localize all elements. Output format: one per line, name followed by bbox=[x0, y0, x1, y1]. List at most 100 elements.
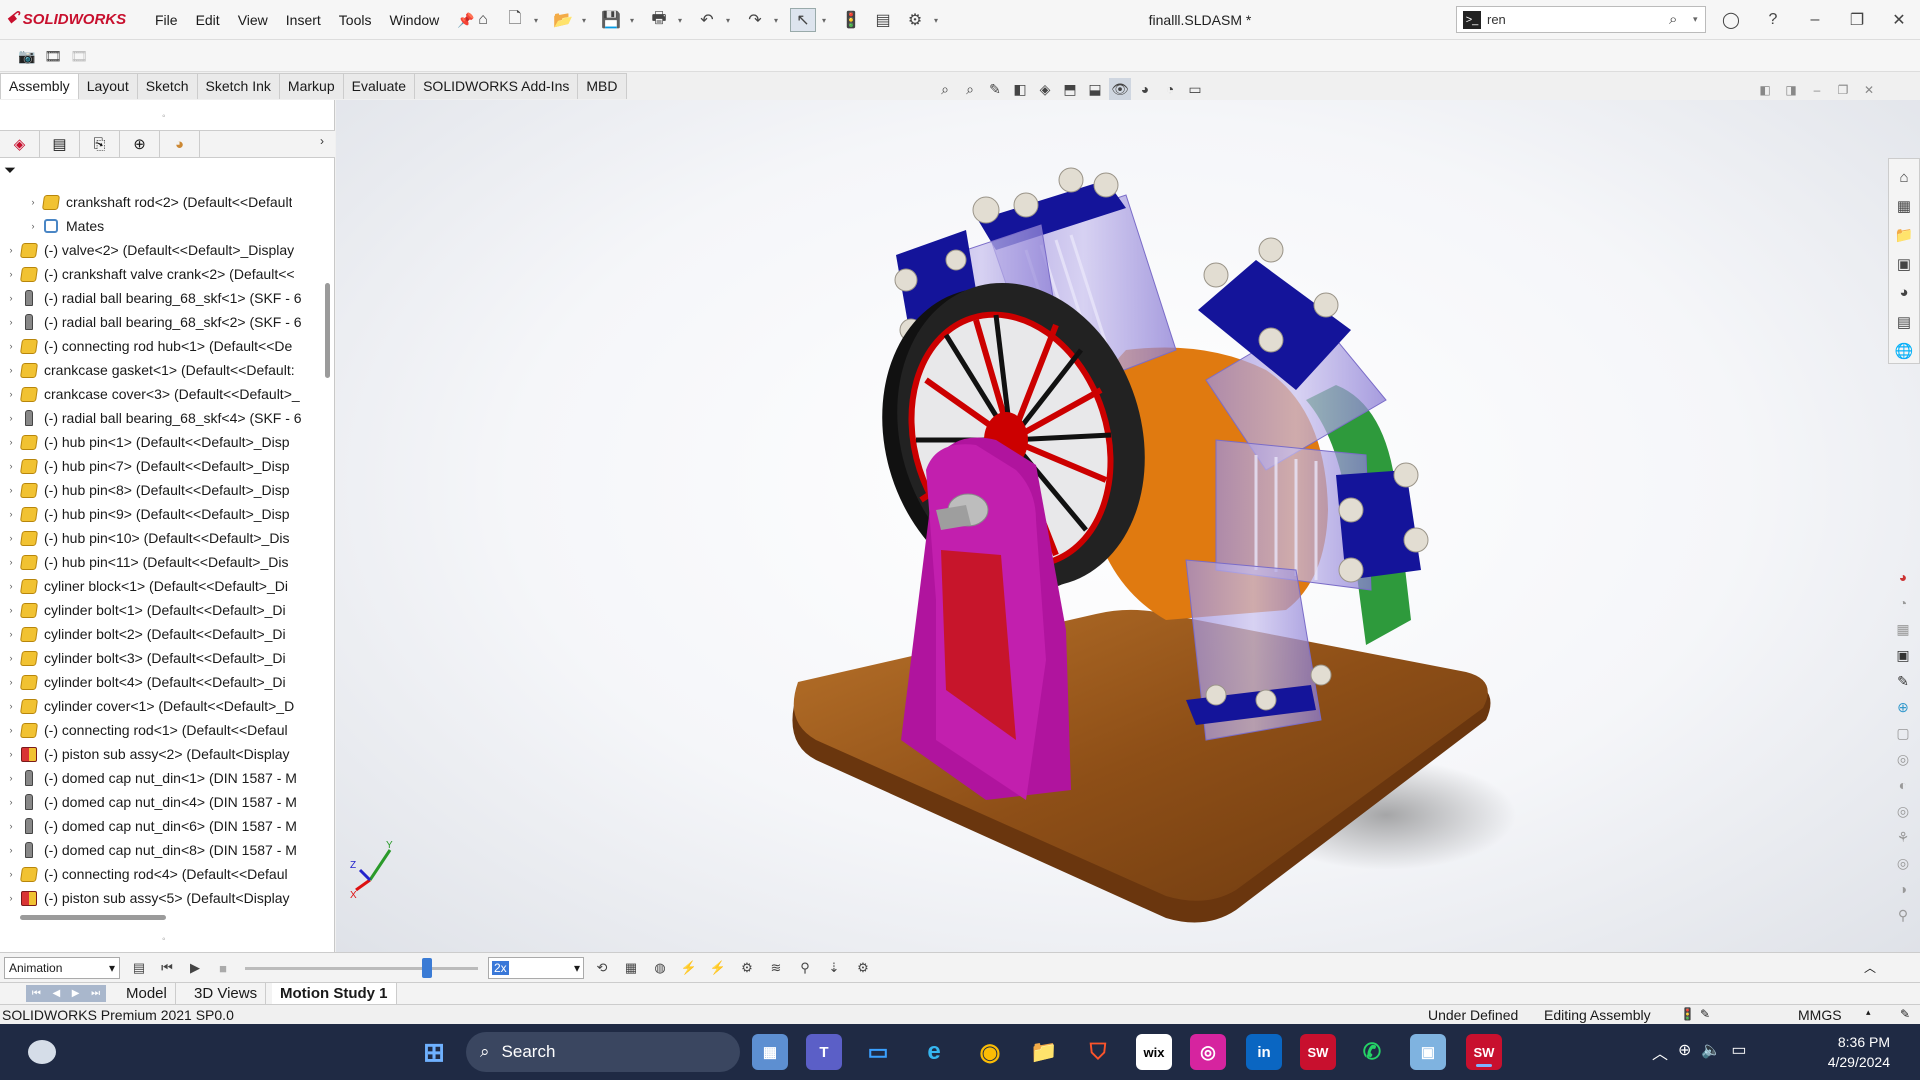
tree-item[interactable]: › (-) hub pin<11> (Default<<Default>_Dis bbox=[0, 550, 320, 574]
menu-file[interactable]: File bbox=[146, 12, 187, 29]
file-explorer-icon[interactable]: 📁 bbox=[1893, 223, 1915, 248]
tab-scroll-arrows[interactable]: ⏮ ◀ ▶ ⏭ bbox=[26, 985, 106, 1002]
tree-item[interactable]: › crankcase cover<3> (Default<<Default>_ bbox=[0, 382, 320, 406]
horizontal-scrollbar[interactable] bbox=[20, 915, 166, 920]
file-properties-icon[interactable]: ▤ bbox=[870, 8, 896, 32]
tab-3d-views[interactable]: 3D Views bbox=[186, 983, 267, 1005]
tab-markup[interactable]: Markup bbox=[278, 73, 344, 99]
tree-item[interactable]: › cylinder cover<1> (Default<<Default>_D bbox=[0, 694, 320, 718]
animation-wizard-icon[interactable]: ◍ bbox=[648, 957, 672, 979]
autokey-icon[interactable]: ⚡ bbox=[677, 957, 701, 979]
view-palette-icon[interactable]: ▣ bbox=[1893, 252, 1915, 277]
app-window-icon[interactable]: ▣ bbox=[1410, 1034, 1446, 1070]
tool-icon[interactable]: ▢ bbox=[1892, 722, 1914, 744]
teams-icon[interactable]: T bbox=[806, 1034, 842, 1070]
expand-arrow-icon[interactable]: › bbox=[4, 677, 18, 687]
view-orientation-icon[interactable]: ⬒ bbox=[1059, 78, 1081, 100]
playback-slider-track[interactable] bbox=[245, 967, 478, 970]
previous-view-icon[interactable]: ✎ bbox=[984, 78, 1006, 100]
scene-icon[interactable]: ◔ bbox=[1892, 592, 1914, 614]
zoom-to-fit-icon[interactable]: ⌕ bbox=[934, 78, 956, 100]
chevron-down-icon[interactable]: ▾ bbox=[582, 16, 592, 25]
tree-item[interactable]: › (-) connecting rod<4> (Default<<Defaul bbox=[0, 862, 320, 886]
tree-item[interactable]: › (-) connecting rod hub<1> (Default<<De bbox=[0, 334, 320, 358]
playback-speed-select[interactable]: 2x ▾ bbox=[488, 957, 584, 979]
expand-arrow-icon[interactable]: › bbox=[4, 869, 18, 879]
tree-item[interactable]: › (-) radial ball bearing_68_skf<4> (SKF … bbox=[0, 406, 320, 430]
decal-icon[interactable]: ▦ bbox=[1892, 618, 1914, 640]
expand-arrow-icon[interactable]: › bbox=[4, 557, 18, 567]
chevron-down-icon[interactable]: ▾ bbox=[822, 16, 832, 25]
weather-icon[interactable] bbox=[28, 1040, 56, 1064]
tree-item[interactable]: › (-) domed cap nut_din<6> (DIN 1587 - M bbox=[0, 814, 320, 838]
tree-item[interactable]: › Mates bbox=[0, 214, 320, 238]
rebuild-icon[interactable]: 🚦 bbox=[1680, 1007, 1695, 1021]
expand-arrow-icon[interactable]: › bbox=[4, 701, 18, 711]
target-icon[interactable]: ⊕ bbox=[1892, 696, 1914, 718]
home-icon[interactable]: ⌂ bbox=[470, 8, 496, 32]
chevron-up-icon[interactable]: ▴ bbox=[1866, 1007, 1871, 1018]
print-icon[interactable]: 🖶 bbox=[646, 8, 672, 32]
clock[interactable]: 8:36 PM 4/29/2024 bbox=[1780, 1032, 1890, 1072]
expand-arrow-icon[interactable]: › bbox=[4, 413, 18, 423]
expand-arrow-icon[interactable]: › bbox=[4, 749, 18, 759]
chevron-down-icon[interactable]: ▾ bbox=[678, 16, 688, 25]
battery-icon[interactable]: ▭ bbox=[1731, 1040, 1746, 1064]
expand-arrow-icon[interactable]: › bbox=[4, 245, 18, 255]
tool-icon[interactable]: ⚲ bbox=[1892, 904, 1914, 926]
tree-item[interactable]: › crankcase gasket<1> (Default<<Default: bbox=[0, 358, 320, 382]
tree-item[interactable]: › cylinder bolt<4> (Default<<Default>_Di bbox=[0, 670, 320, 694]
tree-item[interactable]: › cylinder bolt<1> (Default<<Default>_Di bbox=[0, 598, 320, 622]
redo-icon[interactable]: ↷ bbox=[742, 8, 768, 32]
solidworks-2021-icon[interactable]: SW bbox=[1300, 1034, 1336, 1070]
open-folder-icon[interactable]: 📂 bbox=[550, 8, 576, 32]
study-type-select[interactable]: Animation ▾ bbox=[4, 957, 120, 979]
forum-icon[interactable]: 🌐 bbox=[1893, 338, 1915, 363]
vertical-scrollbar[interactable] bbox=[325, 283, 330, 378]
tool-icon[interactable]: ◐ bbox=[1892, 774, 1914, 796]
quick-tips-icon[interactable]: ✎ bbox=[1700, 1007, 1710, 1021]
tile-left-icon[interactable]: ◧ bbox=[1752, 80, 1778, 100]
expand-arrow-icon[interactable]: › bbox=[26, 221, 40, 231]
tab-layout[interactable]: Layout bbox=[77, 73, 138, 99]
instagram-icon[interactable]: ◎ bbox=[1190, 1034, 1226, 1070]
contact-icon[interactable]: ⚲ bbox=[793, 957, 817, 979]
playback-mode-icon[interactable]: ⟲ bbox=[590, 957, 614, 979]
filter-icon[interactable]: ⏷ bbox=[4, 162, 16, 179]
gravity-icon[interactable]: ⇣ bbox=[822, 957, 846, 979]
tree-item[interactable]: › (-) radial ball bearing_68_skf<1> (SKF … bbox=[0, 286, 320, 310]
expand-arrow-icon[interactable]: › bbox=[4, 269, 18, 279]
language-icon[interactable]: ⊕ bbox=[1678, 1040, 1691, 1064]
expand-arrow-icon[interactable]: › bbox=[4, 533, 18, 543]
add-key-icon[interactable]: ⚡ bbox=[706, 957, 730, 979]
expand-arrow-icon[interactable]: › bbox=[4, 293, 18, 303]
tool-icon[interactable]: ◑ bbox=[1892, 878, 1914, 900]
volume-icon[interactable]: 🔈 bbox=[1701, 1040, 1721, 1064]
chevron-up-icon[interactable]: ︿ bbox=[1652, 1040, 1668, 1064]
custom-properties-icon[interactable]: ▤ bbox=[1893, 309, 1915, 334]
play-icon[interactable]: ▶ bbox=[184, 957, 206, 979]
chevron-up-icon[interactable]: ︿ bbox=[1864, 959, 1876, 976]
stop-icon[interactable]: ■ bbox=[212, 957, 234, 979]
new-document-icon[interactable]: 🗋 bbox=[502, 8, 528, 32]
expand-arrow-icon[interactable]: › bbox=[26, 197, 40, 207]
last-tab-icon[interactable]: ⏭ bbox=[91, 988, 100, 999]
traffic-light-icon[interactable]: 🚦 bbox=[838, 8, 864, 32]
expand-arrow-icon[interactable]: › bbox=[4, 653, 18, 663]
user-account-icon[interactable]: ◯ bbox=[1710, 6, 1752, 34]
dynamic-annotation-icon[interactable]: ◈ bbox=[1034, 78, 1056, 100]
previous-tab-icon[interactable]: ◀ bbox=[52, 988, 60, 999]
desktop-icon[interactable]: ▭ bbox=[860, 1034, 896, 1070]
options-gear-icon[interactable]: ⚙ bbox=[902, 8, 928, 32]
panel-dock-handle[interactable]: ◦ bbox=[162, 934, 166, 945]
tree-item[interactable]: › cyliner block<1> (Default<<Default>_Di bbox=[0, 574, 320, 598]
dimxpert-tab-icon[interactable]: ⊕ bbox=[120, 131, 160, 157]
customize-icon[interactable]: ✎ bbox=[1900, 1007, 1910, 1021]
tool-icon[interactable]: ⚘ bbox=[1892, 826, 1914, 848]
motor-icon[interactable]: ⚙ bbox=[735, 957, 759, 979]
tree-item[interactable]: › (-) domed cap nut_din<1> (DIN 1587 - M bbox=[0, 766, 320, 790]
tab-assembly[interactable]: Assembly bbox=[0, 73, 79, 99]
tile-right-icon[interactable]: ◨ bbox=[1778, 80, 1804, 100]
expand-arrow-icon[interactable]: › bbox=[4, 725, 18, 735]
tree-item[interactable]: › (-) hub pin<7> (Default<<Default>_Disp bbox=[0, 454, 320, 478]
